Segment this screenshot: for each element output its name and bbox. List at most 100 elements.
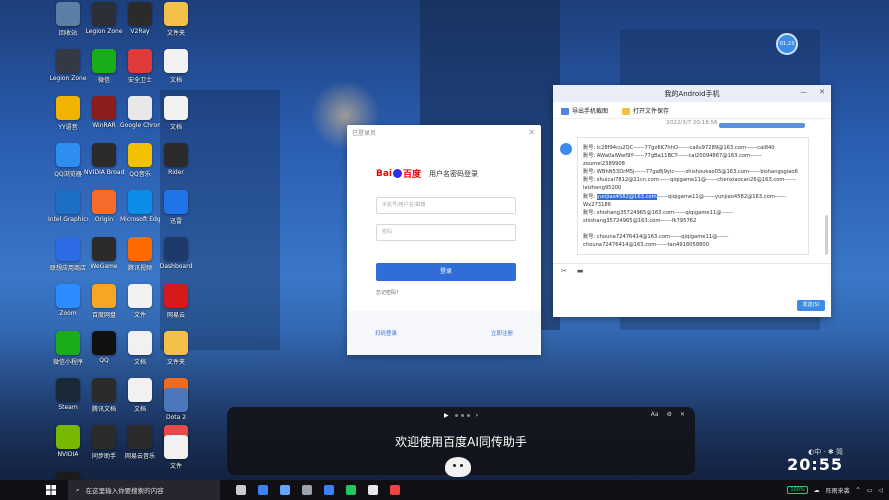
taskbar-app-icon[interactable] [236,485,246,495]
close-icon[interactable]: ✕ [528,128,535,137]
open-folder-button[interactable]: 打开文件保存 [622,106,669,115]
desktop-shortcut[interactable]: 网易云 [158,284,194,326]
yy-icon [56,96,80,120]
desktop-shortcut[interactable]: Microsoft Edge [120,190,160,232]
message-line: chouna72476414@163.com------tan491805880… [583,242,710,249]
desktop-shortcut[interactable]: Dashboard [158,237,194,279]
sent-message-bar [719,123,805,128]
desktop-shortcut[interactable]: Rider [158,143,194,185]
desktop-shortcut[interactable]: V2Ray [122,2,158,44]
desktop-shortcut[interactable]: 网易云音乐 [122,425,158,467]
baidu-login-window[interactable]: 已登录页 ✕ Bai 百度 用户名密码登录 手机号/用户名/邮箱 密码 登录 忘… [347,125,541,355]
desktop-shortcut[interactable]: 文档 [158,49,194,91]
taskbar-app-icon[interactable] [368,485,378,495]
scan-login-link[interactable]: 扫码登录 [375,329,397,337]
desktop-shortcut[interactable]: 微信小程序 [50,331,86,373]
taskbar-app-icon[interactable] [324,485,334,495]
volume-icon[interactable]: ◁ [878,487,883,494]
steam-icon [56,378,80,402]
tencent-video-icon [128,237,152,261]
login-button[interactable]: 登录 [376,263,516,281]
forgot-password-link[interactable]: 忘记密码? [376,289,399,296]
close-icon[interactable]: ✕ [680,411,685,418]
send-button[interactable]: 发送(S) [797,300,825,311]
desktop-shortcut-label: 安全卫士 [127,77,152,84]
baidu-logo: Bai 百度 用户名密码登录 [376,167,541,181]
taskbar-app-icon[interactable] [280,485,290,495]
desktop-shortcut[interactable]: 百度网盘 [86,284,122,326]
android-phone-window[interactable]: 我的Android手机 — ✕ 导出手机截图 打开文件保存 2022/3/7 2… [553,85,831,317]
desktop-shortcut[interactable]: 文件 [158,435,194,477]
taskbar: ⌕ 在这里输入你要搜索的内容 100% ☁ 阵雨来袭 ^ ▭ ◁ [0,480,889,500]
desktop-shortcut[interactable]: 文档 [158,96,194,138]
weather-text[interactable]: 阵雨来袭 [826,486,850,495]
desktop-shortcut[interactable]: QQ音乐 [122,143,158,185]
mascot-icon[interactable] [445,457,471,477]
desktop-shortcut[interactable]: WinRAR [86,96,122,138]
desktop-shortcut[interactable]: 安全卫士 [122,49,158,91]
desktop-shortcut[interactable]: Origin [86,190,122,232]
desktop-shortcut-label: 文件 [133,312,146,319]
desktop-shortcut[interactable]: NVIDIA [50,425,86,467]
desktop-shortcut[interactable]: QQ浏览器 [50,143,86,185]
taskbar-app-icon[interactable] [390,485,400,495]
desktop-shortcut-label: Rider [168,169,184,176]
export-screenshot-button[interactable]: 导出手机截图 [561,106,608,115]
floating-timer-badge[interactable]: 01:23 [776,33,798,55]
minimize-icon[interactable]: — [800,88,807,96]
desktop-shortcut[interactable]: 同步助手 [86,425,122,467]
desktop-shortcut[interactable]: 文件夹 [158,2,194,44]
desktop-shortcut[interactable]: Zoom [50,284,86,326]
scrollbar[interactable] [825,215,828,255]
scissors-icon[interactable]: ✂ [561,267,567,275]
next-icon[interactable]: › [476,412,478,419]
legion-icon [56,49,80,73]
desktop-shortcut[interactable]: WeGame [86,237,122,279]
font-size-button[interactable]: Aa [651,411,659,418]
desktop-shortcut[interactable]: QQ [86,331,122,373]
selected-text[interactable]: yunjiao4582@163.com [596,193,657,200]
password-field[interactable]: 密码 [376,224,516,241]
desktop-shortcut[interactable]: 文档 [122,378,158,420]
desktop-shortcut[interactable]: Google Chrome [120,96,160,138]
desktop-shortcut[interactable]: 微信 [86,49,122,91]
taskbar-app-icon[interactable] [346,485,356,495]
xunlei-icon [164,190,188,214]
desktop-shortcut[interactable]: YY语音 [50,96,86,138]
desktop-shortcut[interactable]: Dota 2 [158,388,194,430]
taskbar-search[interactable]: ⌕ 在这里输入你要搜索的内容 [68,480,220,500]
desktop-shortcut[interactable]: 文件 [122,284,158,326]
weather-icon[interactable]: ☁ [814,487,820,494]
windows-start-button[interactable] [42,480,60,500]
desktop-shortcut[interactable]: 回收站 [50,2,86,44]
taskbar-app-icon[interactable] [258,485,268,495]
desktop-shortcut[interactable]: Legion Zone [85,2,123,44]
desktop-shortcut[interactable]: 迅雷 [158,190,194,232]
folder-icon[interactable]: ▬ [577,267,584,275]
android-window-title: 我的Android手机 [664,89,720,98]
v2ray-icon [128,2,152,26]
wegame-icon [92,237,116,261]
desktop-shortcut[interactable]: 腾讯视频 [122,237,158,279]
play-icon[interactable]: ▶ [444,412,449,419]
desktop-shortcut[interactable]: 文档 [122,331,158,373]
taskbar-app-icon[interactable] [302,485,312,495]
username-field[interactable]: 手机号/用户名/邮箱 [376,197,516,214]
chevron-up-icon[interactable]: ^ [856,487,861,494]
desktop-shortcut[interactable]: Intel Graphics [48,190,88,232]
message-line: 账号: lc28f94cu2QC------77gx6K7hhO------ca… [583,145,775,151]
register-link[interactable]: 立即注册 [491,329,513,337]
battery-indicator[interactable]: 100% [787,486,808,494]
gear-icon[interactable]: ⚙ [667,411,672,418]
desktop-shortcut[interactable]: 联想应用商店 [50,237,86,279]
desktop-shortcut[interactable]: Legion Zone [49,49,87,91]
close-icon[interactable]: ✕ [819,88,825,96]
network-icon[interactable]: ▭ [867,487,873,494]
desktop-shortcut[interactable]: 文件夹 [158,331,194,373]
desktop-shortcut[interactable]: NVIDIA Broadcast [84,143,124,185]
window-controls: — ✕ [800,88,825,96]
desktop-shortcut[interactable]: 腾讯文档 [86,378,122,420]
message-bubble[interactable]: 账号: lc28f94cu2QC------77gx6K7hhO------ca… [577,137,809,255]
desktop-shortcut[interactable]: Steam [50,378,86,420]
folder-icon [622,107,631,115]
